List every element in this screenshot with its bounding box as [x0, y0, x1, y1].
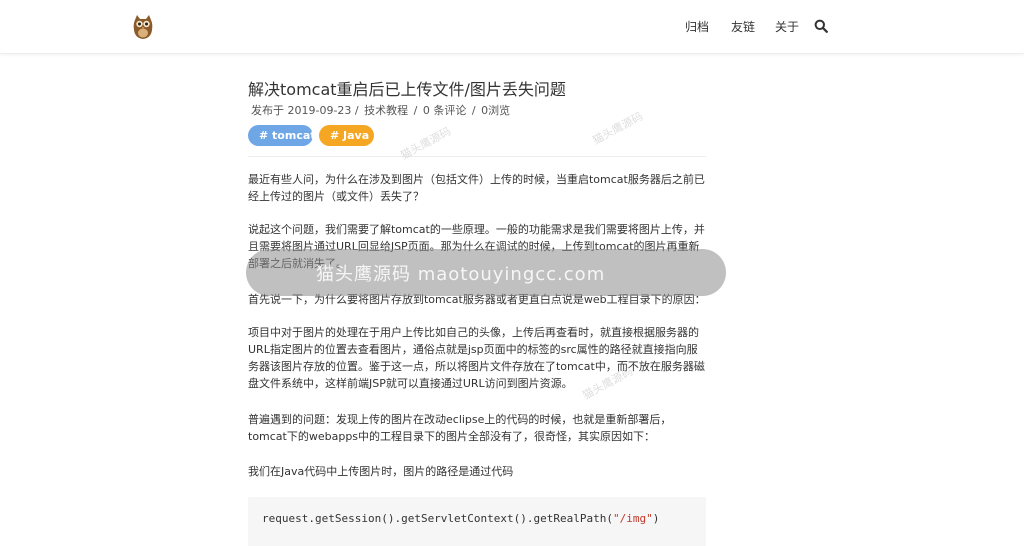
- owl-logo-icon[interactable]: [131, 14, 155, 40]
- watermark-band-text: 猫头鹰源码 maotouyingcc.com: [316, 264, 606, 285]
- post-views: 0浏览: [481, 104, 511, 117]
- code-block: request.getSession().getServletContext()…: [248, 497, 706, 546]
- code-prefix: request.getSession().getServletContext()…: [262, 512, 613, 525]
- meta-separator: /: [471, 104, 476, 117]
- divider: [248, 156, 706, 157]
- post-comments[interactable]: 0 条评论: [423, 104, 467, 117]
- paragraph: 项目中对于图片的处理在于用户上传比如自己的头像，上传后再查看时，就直接根据服务器…: [248, 326, 705, 390]
- nav-about[interactable]: 关于: [775, 18, 799, 35]
- paragraph: 普遍遇到的问题：发现上传的图片在改动eclipse上的代码的时候，也就是重新部署…: [248, 413, 672, 443]
- meta-separator: /: [413, 104, 418, 117]
- watermark-text: 猫头鹰源码: [590, 109, 646, 148]
- code-suffix: ): [652, 512, 660, 525]
- post-title: 解决tomcat重启后已上传文件/图片丢失问题: [248, 80, 566, 99]
- post-date: 发布于 2019-09-23 /: [251, 104, 359, 117]
- paragraph: 我们在Java代码中上传图片时，图片的路径是通过代码: [248, 465, 514, 478]
- site-header: 归档 友链 关于: [0, 0, 1024, 54]
- code-string: "/img": [613, 512, 653, 525]
- post-meta: 发布于 2019-09-23 / 技术教程 / 0 条评论 / 0浏览: [251, 102, 512, 118]
- code-line: request.getSession().getServletContext()…: [262, 512, 659, 525]
- tag-java[interactable]: # Java: [319, 125, 374, 146]
- paragraph: 最近有些人问，为什么在涉及到图片（包括文件）上传的时候，当重启tomcat服务器…: [248, 173, 705, 203]
- nav-archive[interactable]: 归档: [685, 18, 709, 35]
- post-category[interactable]: 技术教程: [364, 104, 408, 117]
- nav-links[interactable]: 友链: [731, 18, 755, 35]
- tag-tomcat[interactable]: # tomcat: [248, 125, 316, 146]
- search-icon[interactable]: [814, 19, 828, 33]
